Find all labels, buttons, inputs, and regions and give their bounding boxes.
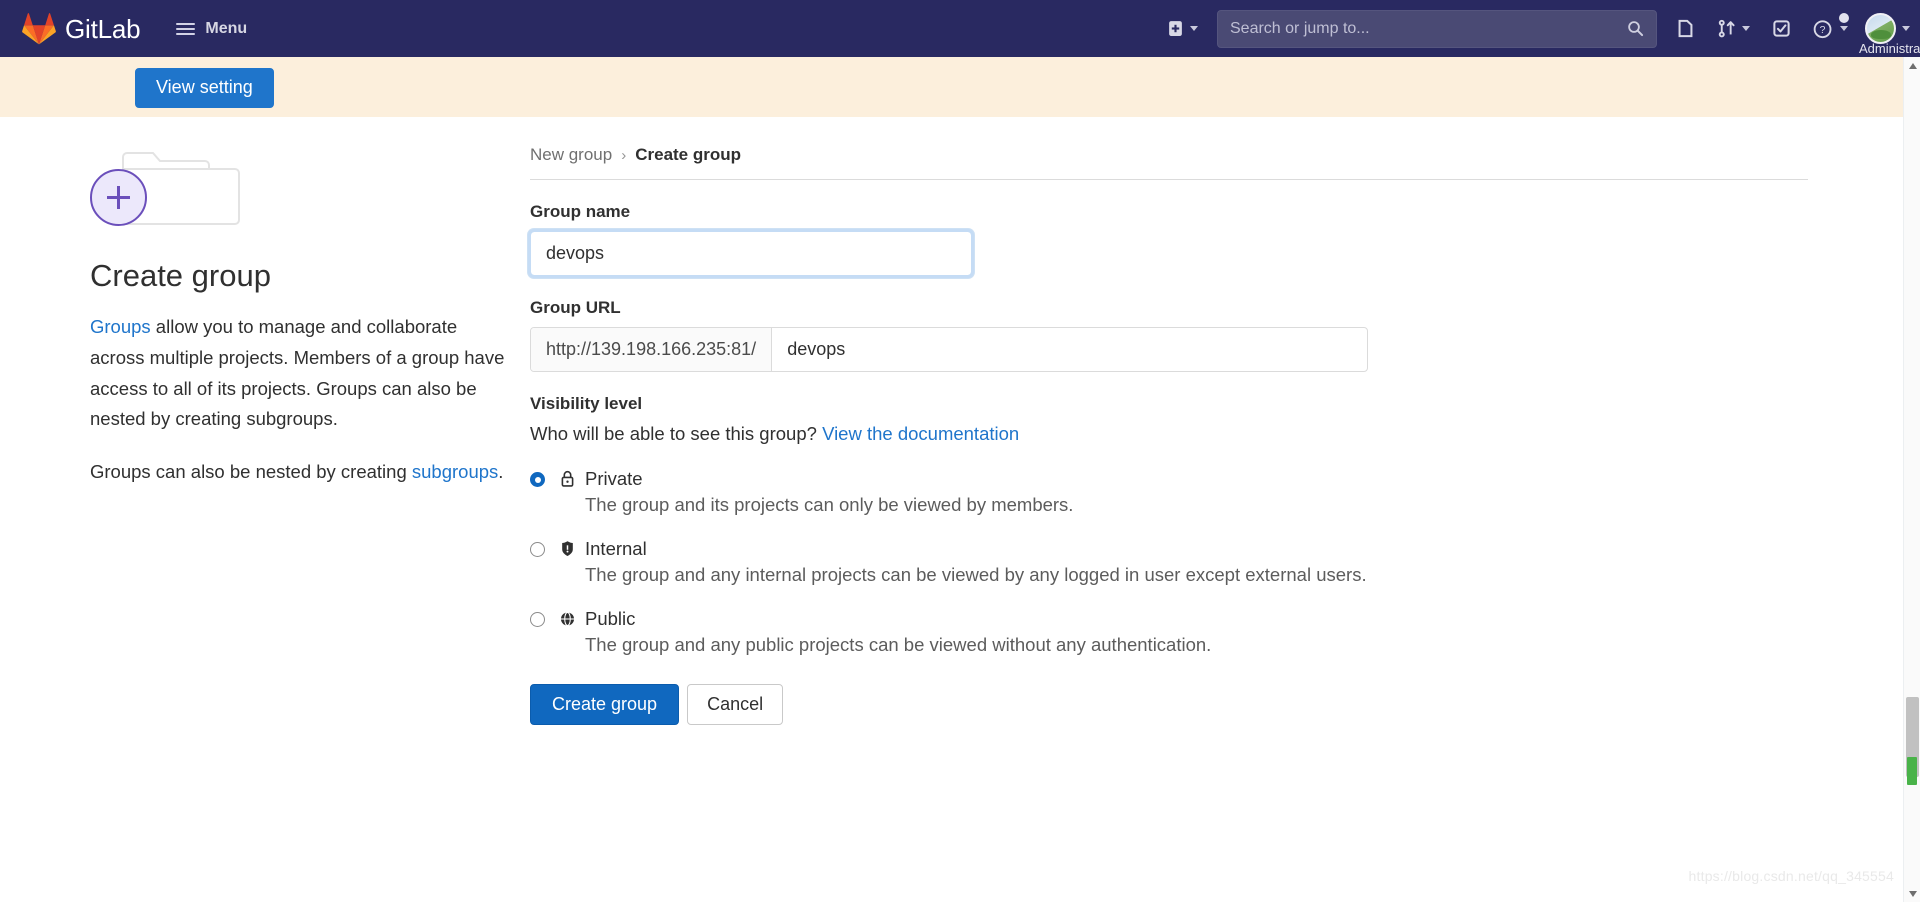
form-actions: Create group Cancel [530,683,1810,726]
vertical-scrollbar[interactable] [1903,57,1920,902]
visibility-option-private[interactable]: Private The group and its projects can o… [530,467,1810,517]
avatar [1865,13,1896,44]
visibility-option-internal[interactable]: Internal The group and any internal proj… [530,537,1810,587]
visibility-public-body: Public The group and any public projects… [559,607,1810,657]
notification-dot [1839,13,1849,23]
new-item-dropdown[interactable] [1156,0,1209,57]
page-title: Create group [90,258,271,293]
chevron-down-icon [1840,26,1848,31]
breadcrumb: New group › Create group [530,145,1808,180]
radio-private[interactable] [530,472,545,487]
group-name-label: Group name [530,202,631,221]
view-documentation-link[interactable]: View the documentation [822,423,1019,444]
intro-paragraph-2-post: . [498,461,504,482]
navbar-menu-button[interactable]: Menu [168,14,255,44]
search-icon [1628,21,1644,37]
scrollbar-green-marker [1907,757,1917,785]
caret-down-icon [1908,890,1917,897]
search-input[interactable]: Search or jump to... [1217,9,1657,48]
group-url-prefix: http://139.198.166.235:81/ [531,328,773,371]
groups-link[interactable]: Groups [90,316,151,337]
user-menu-dropdown[interactable]: Administrato [1859,0,1920,57]
visibility-public-description: The group and any public projects can be… [585,634,1212,656]
intro-paragraph-2-pre: Groups can also be nested by creating [90,461,412,482]
help-dropdown[interactable]: ? [1802,0,1859,57]
visibility-internal-description: The group and any internal projects can … [585,564,1367,586]
navbar-right-group: Search or jump to... ? Administra [1156,0,1920,57]
top-banner: View setting [0,57,1920,117]
chevron-down-icon [1190,26,1198,31]
issues-icon [1678,19,1693,38]
user-name-label: Administrato [1859,41,1920,56]
visibility-question: Who will be able to see this group? View… [530,423,1810,445]
group-url-input[interactable] [772,328,1367,371]
visibility-internal-label: Internal [585,538,647,560]
globe-icon [559,610,576,627]
scroll-up-button[interactable] [1904,57,1920,74]
lock-icon [559,470,576,487]
view-setting-button[interactable]: View setting [135,68,274,108]
create-group-form: New group › Create group Group name Grou… [528,145,1810,726]
todo-checkbox-icon [1773,20,1790,37]
chevron-down-icon [1742,26,1750,31]
visibility-public-label: Public [585,608,636,630]
breadcrumb-separator: › [621,146,627,164]
group-name-input[interactable] [528,229,974,278]
cancel-button[interactable]: Cancel [687,683,784,726]
intro-paragraph-2: Groups can also be nested by creating su… [90,457,510,488]
visibility-question-text: Who will be able to see this group? [530,423,817,444]
visibility-private-head: Private [559,467,1810,490]
visibility-private-label: Private [585,468,643,489]
scroll-down-button[interactable] [1904,885,1920,902]
radio-internal[interactable] [530,542,545,558]
visibility-level-label: Visibility level [530,394,643,413]
group-url-field-group: http://139.198.166.235:81/ [530,327,1368,372]
visibility-internal-head: Internal [559,537,1810,560]
breadcrumb-new-group[interactable]: New group [530,145,612,165]
hamburger-icon [176,22,196,35]
subgroups-link[interactable]: subgroups [412,461,498,482]
help-question-icon: ? [1813,20,1832,39]
create-group-submit-button[interactable]: Create group [530,683,680,726]
intro-paragraph-1-rest: allow you to manage and collaborate acro… [90,316,505,430]
group-url-label: Group URL [530,298,621,317]
navbar-menu-label: Menu [205,19,248,37]
visibility-internal-body: Internal The group and any internal proj… [559,537,1810,587]
search-placeholder: Search or jump to... [1230,19,1370,37]
intro-paragraph-1: Groups allow you to manage and collabora… [90,312,510,435]
visibility-option-public[interactable]: Public The group and any public projects… [530,607,1810,657]
navbar-left-group: GitLab Menu [0,0,255,57]
watermark-text: https://blog.csdn.net/qq_345554 [1688,868,1894,884]
page-content: Create group Groups allow you to manage … [0,117,1920,902]
todos-button[interactable] [1761,0,1802,57]
gitlab-wordmark: GitLab [65,13,141,44]
visibility-private-body: Private The group and its projects can o… [559,467,1810,517]
visibility-private-description: The group and its projects can only be v… [585,494,1074,516]
caret-up-icon [1908,62,1917,69]
gitlab-logo-icon[interactable] [22,12,56,45]
top-navbar: GitLab Menu Search or jump to... ? Admin… [0,0,1920,57]
breadcrumb-create-group: Create group [635,145,742,164]
radio-public[interactable] [530,612,545,628]
merge-requests-dropdown[interactable] [1706,0,1761,57]
plus-square-icon [1169,21,1182,36]
create-group-intro-panel: Create group Groups allow you to manage … [90,147,510,510]
new-group-folder-plus-icon [90,147,240,229]
issues-button[interactable] [1665,0,1706,57]
visibility-public-head: Public [559,607,1810,630]
chevron-down-icon [1902,26,1910,31]
shield-icon [559,540,576,557]
merge-request-icon [1718,19,1735,38]
plus-badge-icon [90,169,147,226]
svg-text:?: ? [1820,24,1826,36]
